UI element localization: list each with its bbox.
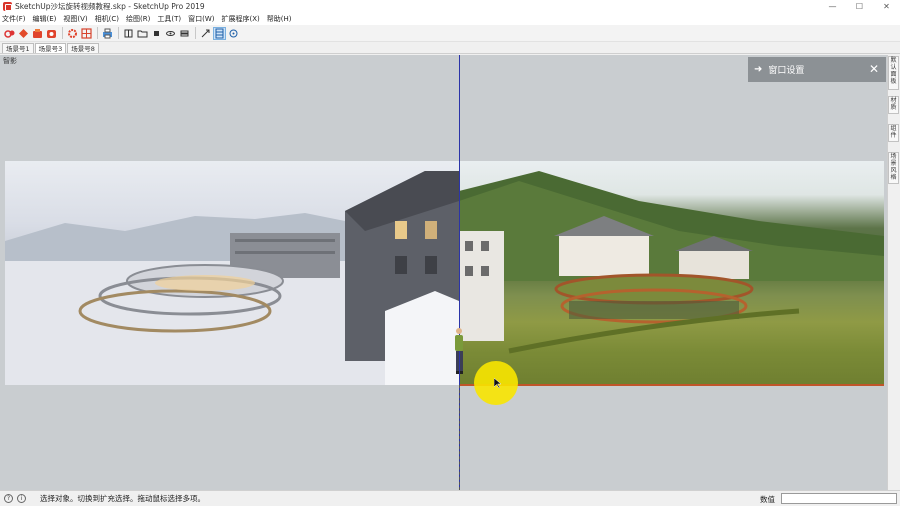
menu-draw[interactable]: 绘图(R) — [126, 14, 150, 24]
maximize-button[interactable]: ☐ — [846, 0, 873, 13]
toolbar-divider — [97, 27, 98, 39]
eye-icon[interactable] — [164, 27, 177, 40]
drawing-viewport[interactable]: 智影 ➜ 窗口设置 ✕ — [0, 55, 887, 490]
menu-view[interactable]: 视图(V) — [63, 14, 87, 24]
folder-icon[interactable] — [136, 27, 149, 40]
menu-help[interactable]: 帮助(H) — [267, 14, 292, 24]
menu-camera[interactable]: 相机(C) — [95, 14, 119, 24]
status-message: 选择对象。切换到扩充选择。拖动鼠标选择多项。 — [40, 494, 205, 503]
close-window-button[interactable]: ✕ — [873, 0, 900, 13]
toolbar — [0, 25, 900, 42]
menu-extensions[interactable]: 扩展程序(X) — [221, 14, 259, 24]
status-bar: ? i 选择对象。切换到扩充选择。拖动鼠标选择多项。 数值 — [0, 490, 900, 506]
camera-icon[interactable] — [45, 27, 58, 40]
component-icon[interactable] — [80, 27, 93, 40]
gear-icon[interactable] — [66, 27, 79, 40]
toolbar-divider — [118, 27, 119, 39]
toolbar-divider — [195, 27, 196, 39]
sketchup-app-icon — [3, 2, 12, 11]
menu-window[interactable]: 窗口(W) — [188, 14, 214, 24]
scene-tab-1[interactable]: 场景号1 — [2, 43, 34, 53]
layers-icon[interactable] — [178, 27, 191, 40]
target-icon[interactable] — [227, 27, 240, 40]
scene-tabs: 场景号1 场景号3 场景号8 — [0, 42, 900, 54]
tray-tab-materials[interactable]: 材质 — [888, 96, 899, 114]
menu-tools[interactable]: 工具(T) — [157, 14, 181, 24]
mouse-cursor-icon — [494, 378, 502, 388]
right-side-tray — [887, 55, 900, 490]
scene-tab-3[interactable]: 场景号3 — [34, 43, 67, 53]
image-bottom-edge — [459, 384, 884, 386]
print-icon[interactable] — [101, 27, 114, 40]
default-tray-panel[interactable]: ➜ 窗口设置 ✕ — [748, 57, 886, 82]
measurement-input[interactable] — [781, 493, 897, 504]
eraser-tool-icon[interactable] — [17, 27, 30, 40]
toolbar-divider — [62, 27, 63, 39]
window-title: SketchUp沙坛旋转视频教程.skp - SketchUp Pro 2019 — [15, 2, 205, 11]
tray-tab-default[interactable]: 默认面板 — [888, 56, 899, 90]
minimize-button[interactable]: — — [819, 0, 846, 13]
help-icon[interactable]: ? — [4, 494, 13, 503]
paint-bucket-icon[interactable] — [31, 27, 44, 40]
tray-tab-styles[interactable]: 场景风格 — [888, 152, 899, 184]
scale-figure-icon[interactable] — [452, 325, 466, 385]
arrow-right-icon[interactable]: ➜ — [754, 64, 762, 75]
dotted-axis-line — [459, 385, 460, 490]
winter-render-image — [5, 161, 459, 385]
stop-icon[interactable] — [150, 27, 163, 40]
menu-bar: 文件(F) 编辑(E) 视图(V) 相机(C) 绘图(R) 工具(T) 窗口(W… — [0, 13, 900, 25]
menu-file[interactable]: 文件(F) — [2, 14, 26, 24]
section-plane-icon[interactable] — [213, 26, 226, 40]
panel-title: 窗口设置 — [768, 66, 805, 76]
axes-icon[interactable] — [199, 27, 212, 40]
panel-close-icon[interactable]: ✕ — [869, 62, 879, 76]
title-bar: SketchUp沙坛旋转视频教程.skp - SketchUp Pro 2019… — [0, 0, 900, 13]
view-label: 智影 — [3, 57, 17, 65]
menu-edit[interactable]: 编辑(E) — [33, 14, 57, 24]
window-controls: — ☐ ✕ — [819, 0, 900, 13]
measurement-label: 数值 — [760, 495, 775, 504]
front-view-icon[interactable] — [122, 27, 135, 40]
tray-tab-components[interactable]: 组件 — [888, 124, 899, 142]
summer-render-image — [459, 161, 884, 385]
select-tool-icon[interactable] — [3, 27, 16, 40]
info-icon[interactable]: i — [17, 494, 26, 503]
scene-tab-8[interactable]: 场景号8 — [67, 43, 99, 53]
